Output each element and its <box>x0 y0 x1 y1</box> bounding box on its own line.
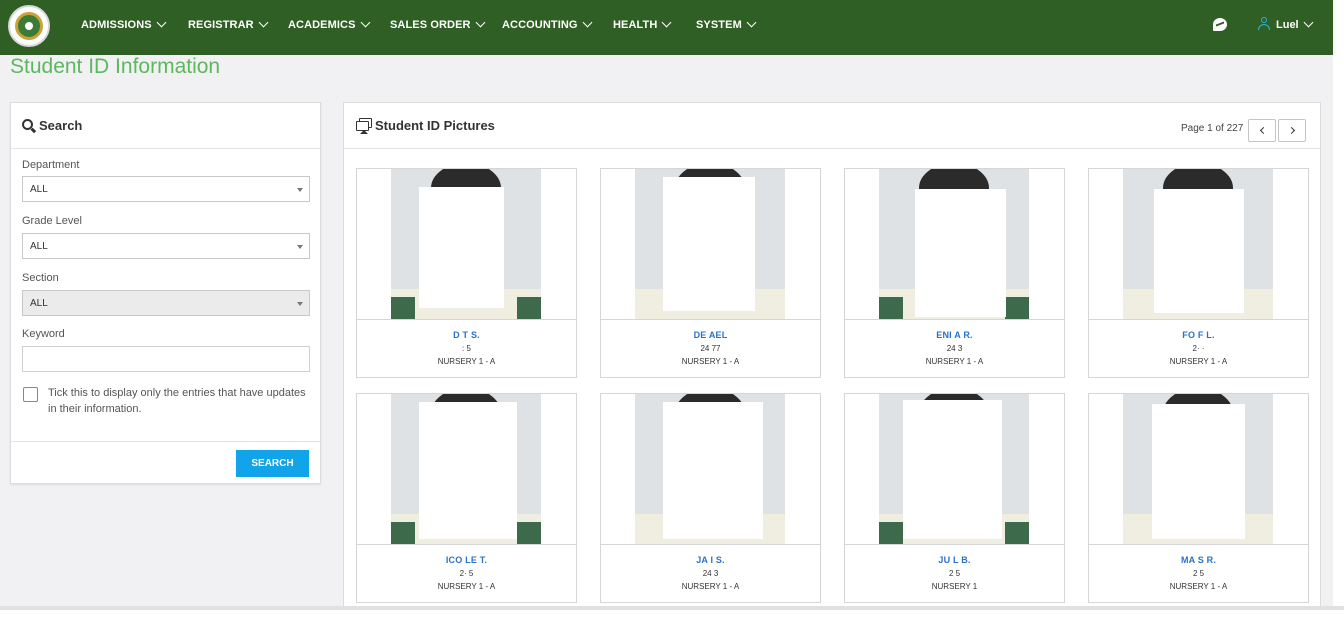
messenger-icon[interactable] <box>1213 18 1227 31</box>
student-id: 2 5 <box>948 569 961 578</box>
student-name[interactable]: ENI A R. <box>845 330 1064 340</box>
student-grade: NURSERY 1 <box>931 582 978 591</box>
department-label: Department <box>22 159 80 171</box>
nav-system[interactable]: SYSTEM <box>696 17 757 31</box>
student-name[interactable]: MA S R. <box>1089 555 1308 565</box>
student-grade: NURSERY 1 - A <box>1169 582 1228 591</box>
student-grade: NURSERY 1 - A <box>925 357 984 366</box>
student-id: 24 3 <box>702 569 719 578</box>
student-id: 24 77 <box>700 344 721 353</box>
student-id: 24 3 <box>946 344 963 353</box>
chevron-right-icon <box>1287 126 1296 135</box>
grade-level-label: Grade Level <box>22 215 82 227</box>
student-photo <box>635 169 785 319</box>
student-grade: NURSERY 1 - A <box>437 357 496 366</box>
student-name[interactable]: JA I S. <box>601 555 820 565</box>
chevron-down-icon <box>1303 17 1314 28</box>
student-photo <box>635 394 785 544</box>
caret-down-icon <box>297 188 303 192</box>
updates-only-label: Tick this to display only the entries th… <box>48 387 306 415</box>
student-grade: NURSERY 1 - A <box>1169 357 1228 366</box>
student-grade: NURSERY 1 - A <box>681 357 740 366</box>
school-logo[interactable] <box>8 5 50 47</box>
pictures-panel-title: Student ID Pictures <box>375 118 495 133</box>
student-name[interactable]: JU L B. <box>845 555 1064 565</box>
chevron-down-icon <box>258 17 269 28</box>
search-button[interactable]: SEARCH <box>236 450 309 477</box>
caret-down-icon <box>297 302 303 306</box>
department-select[interactable]: ALL <box>22 176 310 202</box>
nav-sales-order[interactable]: SALES ORDER <box>390 17 486 31</box>
student-name[interactable]: D T S. <box>357 330 576 340</box>
nav-academics[interactable]: ACADEMICS <box>288 17 370 31</box>
search-panel-footer <box>11 441 320 442</box>
search-panel-title: Search <box>39 118 83 133</box>
student-grade: NURSERY 1 - A <box>681 582 740 591</box>
student-pictures-panel: Student ID Pictures Page 1 of 227 D T S.… <box>343 102 1321 622</box>
updates-only-checkbox[interactable] <box>23 387 38 402</box>
next-page-button[interactable] <box>1278 119 1306 142</box>
student-card[interactable]: JU L B. 2 5 NURSERY 1 <box>844 393 1065 603</box>
user-menu[interactable]: Luel <box>1276 17 1314 31</box>
page-indicator: Page 1 of 227 <box>1181 123 1244 134</box>
student-photo <box>879 394 1029 544</box>
student-grade: NURSERY 1 - A <box>437 582 496 591</box>
user-icon[interactable] <box>1258 17 1270 31</box>
chevron-down-icon <box>156 17 167 28</box>
student-name[interactable]: FO F L. <box>1089 330 1308 340</box>
keyword-label: Keyword <box>22 328 65 340</box>
student-card[interactable]: ENI A R. 24 3 NURSERY 1 - A <box>844 168 1065 378</box>
search-panel: Search Department ALL Grade Level ALL Se… <box>10 102 321 484</box>
student-photo <box>391 169 541 319</box>
horizontal-scrollbar[interactable] <box>0 606 1344 636</box>
student-card[interactable]: ICO LE T. 2· 5 NURSERY 1 - A <box>356 393 577 603</box>
page-title: Student ID Information <box>10 55 221 78</box>
scrollbar[interactable] <box>1333 0 1344 636</box>
keyword-input[interactable] <box>22 346 310 372</box>
student-name[interactable]: DE AEL <box>601 330 820 340</box>
student-photo <box>879 169 1029 319</box>
chevron-down-icon <box>661 17 672 28</box>
chevron-down-icon <box>582 17 593 28</box>
images-icon <box>356 118 372 134</box>
student-id: 2· 5 <box>459 569 474 578</box>
caret-down-icon <box>297 245 303 249</box>
chevron-down-icon <box>475 17 486 28</box>
student-card[interactable]: MA S R. 2 5 NURSERY 1 - A <box>1088 393 1309 603</box>
student-card[interactable]: JA I S. 24 3 NURSERY 1 - A <box>600 393 821 603</box>
student-card[interactable]: D T S. : 5 NURSERY 1 - A <box>356 168 577 378</box>
student-id: 2 5 <box>1192 569 1205 578</box>
nav-admissions[interactable]: ADMISSIONS <box>81 17 167 31</box>
student-id: : 5 <box>462 344 471 353</box>
student-photo <box>391 394 541 544</box>
nav-accounting[interactable]: ACCOUNTING <box>502 17 593 31</box>
chevron-down-icon <box>360 17 370 28</box>
student-card[interactable]: DE AEL 24 77 NURSERY 1 - A <box>600 168 821 378</box>
chevron-left-icon <box>1259 126 1268 135</box>
student-photo <box>1123 169 1273 319</box>
search-icon <box>22 118 37 133</box>
nav-registrar[interactable]: REGISTRAR <box>188 17 269 31</box>
top-navbar: ADMISSIONS REGISTRAR ACADEMICS SALES ORD… <box>0 0 1333 55</box>
section-label: Section <box>22 272 59 284</box>
prev-page-button[interactable] <box>1248 119 1276 142</box>
student-photo <box>1123 394 1273 544</box>
student-card[interactable]: FO F L. 2· · NURSERY 1 - A <box>1088 168 1309 378</box>
search-panel-header: Search <box>11 103 320 149</box>
grade-level-select[interactable]: ALL <box>22 233 310 259</box>
pictures-panel-header: Student ID Pictures Page 1 of 227 <box>344 103 1320 149</box>
chevron-down-icon <box>746 17 757 28</box>
student-id: 2· · <box>1192 344 1205 353</box>
student-name[interactable]: ICO LE T. <box>357 555 576 565</box>
section-select[interactable]: ALL <box>22 290 310 316</box>
nav-health[interactable]: HEALTH <box>613 17 672 31</box>
